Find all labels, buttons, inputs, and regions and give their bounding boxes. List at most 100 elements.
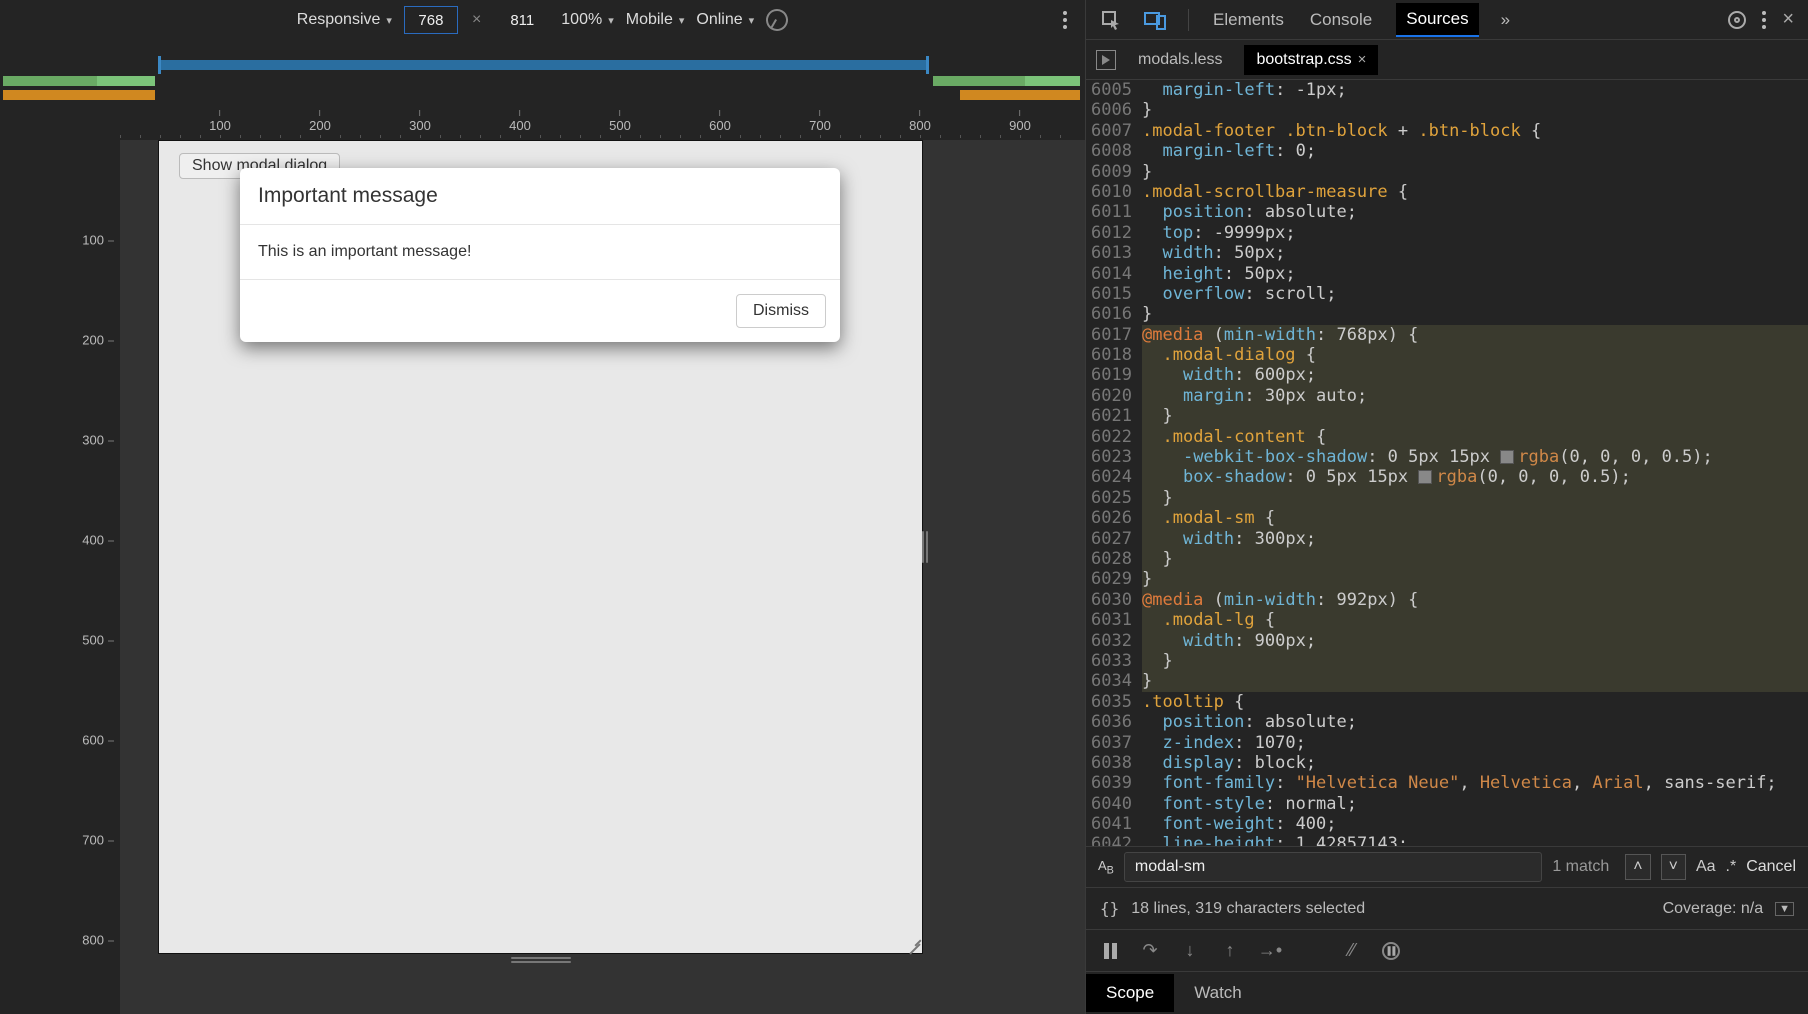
code-line[interactable]: 6011 position: absolute; bbox=[1086, 202, 1808, 222]
close-devtools-icon[interactable]: × bbox=[1782, 8, 1794, 31]
search-input[interactable] bbox=[1124, 852, 1542, 882]
pause-on-exceptions-icon[interactable] bbox=[1382, 942, 1400, 960]
code-line[interactable]: 6027 width: 300px; bbox=[1086, 529, 1808, 549]
pause-icon[interactable] bbox=[1100, 941, 1120, 961]
scope-tabs: Scope Watch bbox=[1086, 972, 1808, 1014]
throttle-dropdown[interactable]: Mobile bbox=[626, 11, 685, 29]
code-line[interactable]: 6026 .modal-sm { bbox=[1086, 508, 1808, 528]
search-bar: AB 1 match ˄ ˅ Aa .* Cancel bbox=[1086, 846, 1808, 888]
device-toggle-icon[interactable] bbox=[1144, 9, 1166, 31]
navigator-toggle-icon[interactable] bbox=[1096, 50, 1116, 70]
viewport-resize-handle-bottom[interactable] bbox=[511, 957, 571, 963]
dimension-separator: × bbox=[470, 11, 483, 29]
zoom-dropdown[interactable]: 100% bbox=[561, 11, 613, 29]
inspect-element-icon[interactable] bbox=[1100, 9, 1122, 31]
code-line[interactable]: 6022 .modal-content { bbox=[1086, 427, 1808, 447]
code-line[interactable]: 6025 } bbox=[1086, 488, 1808, 508]
media-query-bar[interactable]: 100200300400500600700800900 bbox=[0, 40, 1085, 140]
tab-console[interactable]: Console bbox=[1308, 4, 1374, 36]
code-line[interactable]: 6014 height: 50px; bbox=[1086, 264, 1808, 284]
step-icon[interactable]: →• bbox=[1260, 941, 1280, 961]
viewport-height-input[interactable] bbox=[495, 6, 549, 34]
code-line[interactable]: 6034} bbox=[1086, 671, 1808, 691]
code-line[interactable]: 6007.modal-footer .btn-block + .btn-bloc… bbox=[1086, 121, 1808, 141]
code-line[interactable]: 6042 line-height: 1.42857143; bbox=[1086, 834, 1808, 846]
search-mode-icon[interactable]: AB bbox=[1098, 858, 1114, 877]
step-over-icon[interactable]: ↷ bbox=[1140, 941, 1160, 961]
code-line[interactable]: 6015 overflow: scroll; bbox=[1086, 284, 1808, 304]
rotate-icon[interactable] bbox=[762, 5, 792, 35]
file-tab-bootstrap-css[interactable]: bootstrap.css × bbox=[1244, 45, 1378, 75]
search-regex-toggle[interactable]: .* bbox=[1726, 858, 1737, 876]
code-line[interactable]: 6018 .modal-dialog { bbox=[1086, 345, 1808, 365]
viewport-width-input[interactable] bbox=[404, 6, 458, 34]
tab-watch[interactable]: Watch bbox=[1174, 974, 1262, 1012]
code-line[interactable]: 6021 } bbox=[1086, 406, 1808, 426]
devtools-menu-icon[interactable] bbox=[1762, 11, 1766, 29]
settings-icon[interactable] bbox=[1728, 11, 1746, 29]
code-line[interactable]: 6017@media (min-width: 768px) { bbox=[1086, 325, 1808, 345]
tab-scope[interactable]: Scope bbox=[1086, 974, 1174, 1012]
code-line[interactable]: 6019 width: 600px; bbox=[1086, 365, 1808, 385]
modal-title: Important message bbox=[240, 168, 840, 225]
canvas-area: Show modal dialog Important message This… bbox=[120, 140, 1085, 1014]
code-line[interactable]: 6009} bbox=[1086, 162, 1808, 182]
search-match-count: 1 match bbox=[1552, 858, 1609, 876]
responsive-mode-dropdown[interactable]: Responsive bbox=[297, 11, 392, 29]
device-toolbar: Responsive × 100% Mobile Online bbox=[0, 0, 1085, 40]
close-tab-icon[interactable]: × bbox=[1358, 51, 1367, 68]
vertical-ruler: 100200300400500600700800 bbox=[0, 140, 120, 1014]
code-line[interactable]: 6036 position: absolute; bbox=[1086, 712, 1808, 732]
code-line[interactable]: 6008 margin-left: 0; bbox=[1086, 141, 1808, 161]
deactivate-breakpoints-icon[interactable]: ⁄⁄ bbox=[1342, 941, 1362, 961]
code-line[interactable]: 6010.modal-scrollbar-measure { bbox=[1086, 182, 1808, 202]
code-line[interactable]: 6031 .modal-lg { bbox=[1086, 610, 1808, 630]
code-line[interactable]: 6013 width: 50px; bbox=[1086, 243, 1808, 263]
file-tab-modals-less[interactable]: modals.less bbox=[1126, 45, 1234, 75]
search-case-toggle[interactable]: Aa bbox=[1696, 858, 1716, 876]
debugger-toolbar: ↷ ↓ ↑ →• ⁄⁄ bbox=[1086, 930, 1808, 972]
code-line[interactable]: 6028 } bbox=[1086, 549, 1808, 569]
search-prev-icon[interactable]: ˄ bbox=[1625, 854, 1650, 880]
code-line[interactable]: 6032 width: 900px; bbox=[1086, 631, 1808, 651]
code-line[interactable]: 6006} bbox=[1086, 100, 1808, 120]
code-line[interactable]: 6030@media (min-width: 992px) { bbox=[1086, 590, 1808, 610]
coverage-dropdown-icon[interactable]: ▼ bbox=[1775, 902, 1794, 916]
horizontal-ruler: 100200300400500600700800900 bbox=[120, 110, 1085, 140]
tab-elements[interactable]: Elements bbox=[1211, 4, 1286, 36]
selection-status: 18 lines, 319 characters selected bbox=[1131, 900, 1365, 918]
modal-dialog: Important message This is an important m… bbox=[240, 168, 840, 342]
viewport-resize-handle-corner[interactable] bbox=[904, 935, 922, 953]
coverage-status: Coverage: n/a bbox=[1663, 900, 1764, 918]
code-line[interactable]: 6035.tooltip { bbox=[1086, 692, 1808, 712]
code-line[interactable]: 6040 font-style: normal; bbox=[1086, 794, 1808, 814]
network-dropdown[interactable]: Online bbox=[696, 11, 754, 29]
step-into-icon[interactable]: ↓ bbox=[1180, 941, 1200, 961]
code-line[interactable]: 6023 -webkit-box-shadow: 0 5px 15px rgba… bbox=[1086, 447, 1808, 467]
dismiss-button[interactable]: Dismiss bbox=[736, 294, 826, 328]
viewport-wrap: 100200300400500600700800 Show modal dial… bbox=[0, 140, 1085, 1014]
code-line[interactable]: 6039 font-family: "Helvetica Neue", Helv… bbox=[1086, 773, 1808, 793]
code-line[interactable]: 6020 margin: 30px auto; bbox=[1086, 386, 1808, 406]
viewport-resize-handle-right[interactable] bbox=[920, 527, 930, 567]
code-line[interactable]: 6038 display: block; bbox=[1086, 753, 1808, 773]
more-tabs-icon[interactable]: » bbox=[1501, 10, 1510, 30]
code-line[interactable]: 6024 box-shadow: 0 5px 15px rgba(0, 0, 0… bbox=[1086, 467, 1808, 487]
code-line[interactable]: 6005 margin-left: -1px; bbox=[1086, 80, 1808, 100]
device-toolbar-menu-icon[interactable] bbox=[1063, 11, 1067, 29]
modal-body: This is an important message! bbox=[240, 225, 840, 280]
code-line[interactable]: 6033 } bbox=[1086, 651, 1808, 671]
code-line[interactable]: 6041 font-weight: 400; bbox=[1086, 814, 1808, 834]
pretty-print-icon[interactable]: {} bbox=[1100, 899, 1119, 918]
search-next-icon[interactable]: ˅ bbox=[1661, 854, 1686, 880]
tab-sources[interactable]: Sources bbox=[1396, 3, 1478, 37]
code-editor[interactable]: 6005 margin-left: -1px;6006}6007.modal-f… bbox=[1086, 80, 1808, 846]
step-out-icon[interactable]: ↑ bbox=[1220, 941, 1240, 961]
code-line[interactable]: 6037 z-index: 1070; bbox=[1086, 733, 1808, 753]
code-line[interactable]: 6012 top: -9999px; bbox=[1086, 223, 1808, 243]
search-cancel-button[interactable]: Cancel bbox=[1746, 858, 1796, 876]
code-line[interactable]: 6016} bbox=[1086, 304, 1808, 324]
code-line[interactable]: 6029} bbox=[1086, 569, 1808, 589]
devtools-toolbar: Elements Console Sources » × bbox=[1086, 0, 1808, 40]
emulated-viewport[interactable]: Show modal dialog Important message This… bbox=[158, 140, 923, 954]
